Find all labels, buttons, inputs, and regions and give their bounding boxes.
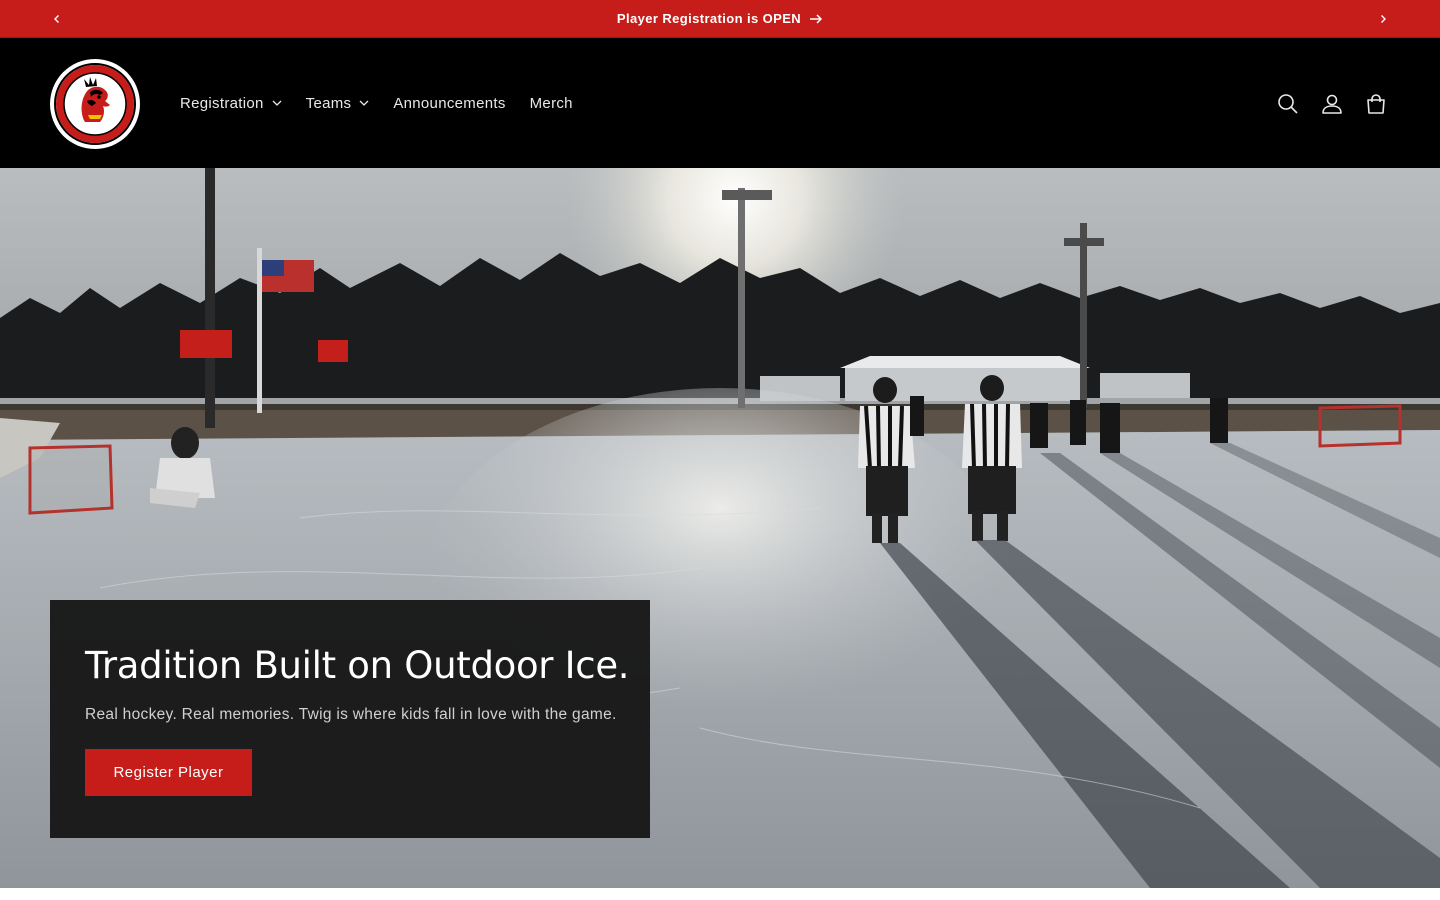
search-icon (1278, 94, 1298, 114)
hero-title: Tradition Built on Outdoor Ice. (85, 644, 630, 687)
nav-registration-label: Registration (180, 94, 264, 112)
nav-registration[interactable]: Registration (170, 91, 294, 115)
site-logo[interactable] (50, 59, 140, 149)
chevron-right-icon (1381, 15, 1386, 23)
arrow-right-icon (810, 13, 823, 24)
nav-announcements-label: Announcements (393, 94, 506, 112)
announcement-text: Player Registration is OPEN (616, 11, 802, 26)
nav-announcements[interactable]: Announcements (381, 91, 517, 115)
blackhawks-logo-icon (52, 61, 138, 147)
chevron-left-icon (54, 15, 59, 23)
cart-icon (1367, 94, 1385, 114)
header-actions (1270, 86, 1394, 122)
hero-card: Tradition Built on Outdoor Ice. Real hoc… (50, 600, 650, 838)
account-button[interactable] (1314, 86, 1350, 122)
search-button[interactable] (1270, 86, 1306, 122)
account-icon (1322, 94, 1342, 114)
announcement-next-button[interactable] (1364, 0, 1402, 38)
chevron-down-icon (359, 100, 369, 106)
nav-teams-label: Teams (305, 94, 352, 112)
announcement-prev-button[interactable] (38, 0, 76, 38)
cart-button[interactable] (1358, 86, 1394, 122)
main-nav: Registration Teams Announcements Merch (170, 91, 585, 115)
announcement-bar: Player Registration is OPEN (0, 0, 1440, 38)
site-header: Registration Teams Announcements Merch (0, 38, 1440, 168)
announcement-link[interactable]: Player Registration is OPEN (617, 11, 823, 26)
hero-subtitle: Real hockey. Real memories. Twig is wher… (85, 706, 617, 723)
register-player-button[interactable]: Register Player (85, 749, 252, 796)
nav-merch-label: Merch (529, 94, 573, 112)
chevron-down-icon (272, 100, 282, 106)
nav-merch[interactable]: Merch (518, 91, 585, 115)
hero-banner: Tradition Built on Outdoor Ice. Real hoc… (0, 168, 1440, 888)
nav-teams[interactable]: Teams (294, 91, 382, 115)
